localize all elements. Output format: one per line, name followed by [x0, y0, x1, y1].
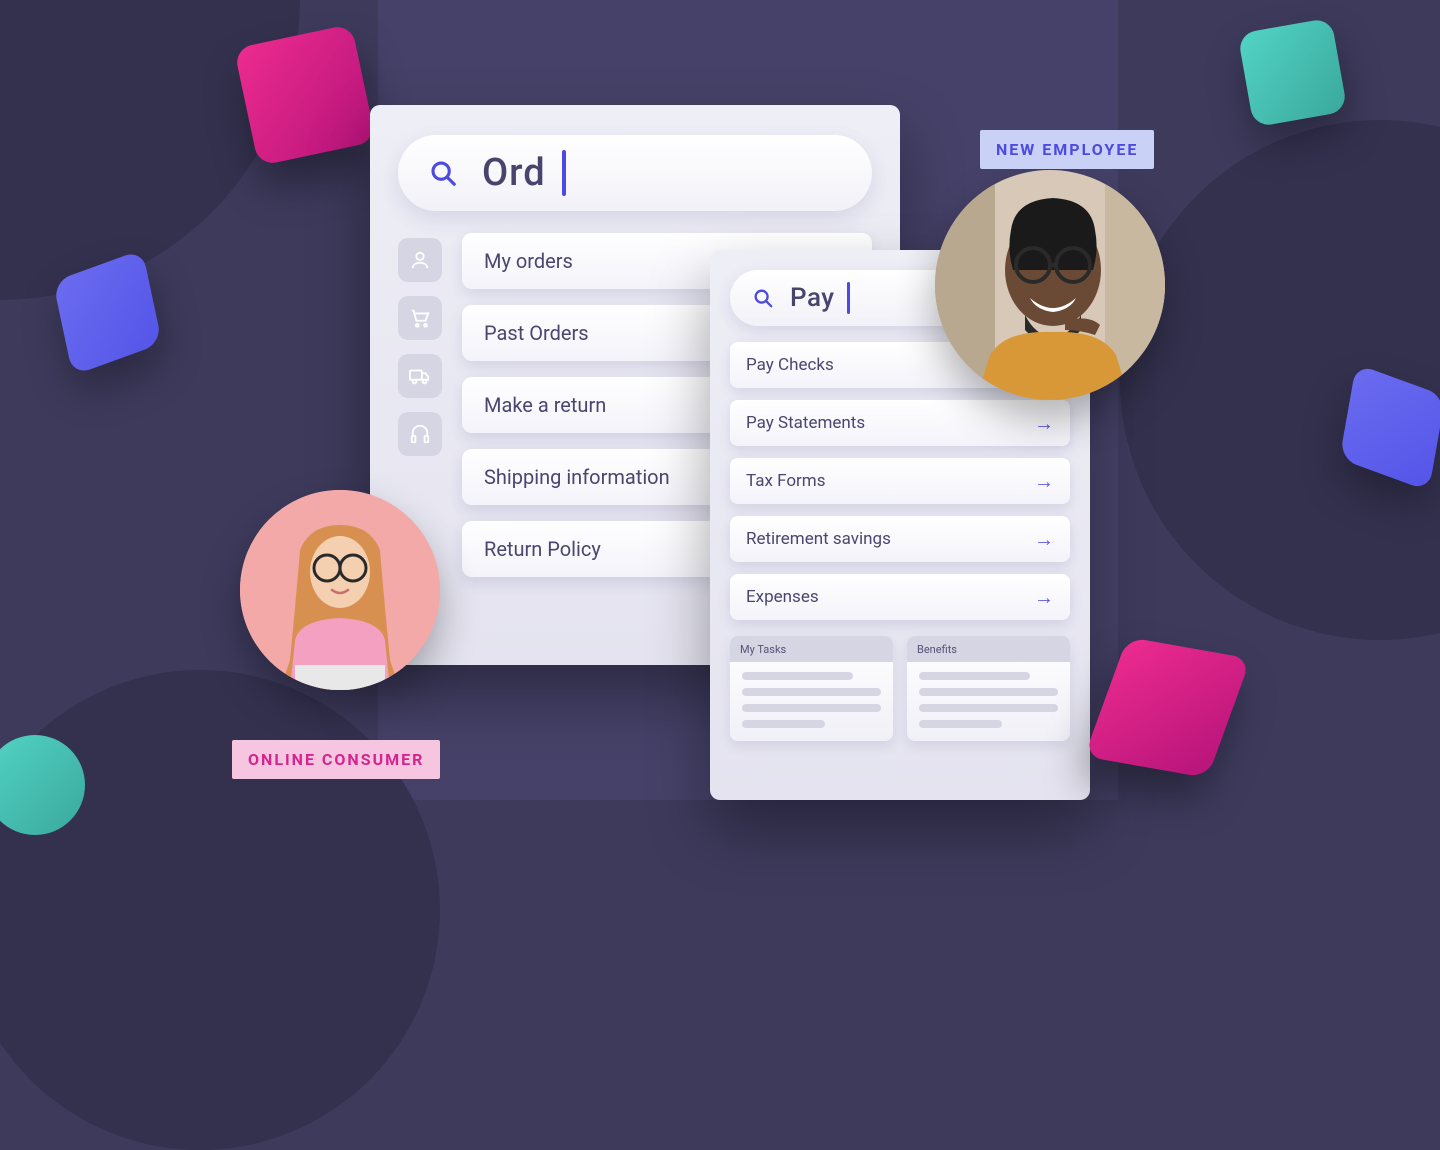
arrow-right-icon: →: [1034, 585, 1054, 610]
widget-benefits[interactable]: Benefits: [907, 636, 1070, 741]
avatar-consumer: [240, 490, 440, 690]
badge-new-employee: NEW EMPLOYEE: [980, 130, 1154, 169]
widget-title: My Tasks: [730, 636, 893, 662]
badge-online-consumer: ONLINE CONSUMER: [232, 740, 440, 779]
headphones-icon[interactable]: [398, 412, 442, 456]
widget-skeleton: [730, 662, 893, 738]
search-icon: [752, 287, 774, 309]
result-label: Pay Statements: [746, 413, 865, 433]
search-icon: [428, 158, 458, 188]
result-label: Expenses: [746, 587, 819, 607]
result-label: Return Policy: [484, 537, 601, 561]
decorative-shape: [234, 24, 376, 166]
result-label: Tax Forms: [746, 471, 825, 491]
result-label: Pay Checks: [746, 355, 834, 375]
search-result-item[interactable]: Pay Statements →: [730, 400, 1070, 446]
arrow-right-icon: →: [1034, 469, 1054, 494]
result-label: Past Orders: [484, 321, 589, 345]
cart-icon[interactable]: [398, 296, 442, 340]
person-icon[interactable]: [398, 238, 442, 282]
search-result-item[interactable]: Tax Forms →: [730, 458, 1070, 504]
avatar-employee: [935, 170, 1165, 400]
search-result-item[interactable]: Expenses →: [730, 574, 1070, 620]
arrow-right-icon: →: [1034, 527, 1054, 552]
search-result-item[interactable]: Retirement savings →: [730, 516, 1070, 562]
result-label: Shipping information: [484, 465, 670, 489]
search-query-text: Ord: [482, 151, 546, 195]
search-input[interactable]: Ord: [398, 135, 872, 211]
text-cursor: [847, 282, 850, 314]
result-label: My orders: [484, 249, 573, 273]
widget-my-tasks[interactable]: My Tasks: [730, 636, 893, 741]
search-query-text: Pay: [790, 283, 835, 313]
widget-skeleton: [907, 662, 1070, 738]
decorative-shape: [1237, 17, 1347, 127]
text-cursor: [562, 150, 566, 196]
result-label: Make a return: [484, 393, 606, 417]
widget-title: Benefits: [907, 636, 1070, 662]
result-label: Retirement savings: [746, 529, 891, 549]
truck-icon[interactable]: [398, 354, 442, 398]
arrow-right-icon: →: [1034, 411, 1054, 436]
